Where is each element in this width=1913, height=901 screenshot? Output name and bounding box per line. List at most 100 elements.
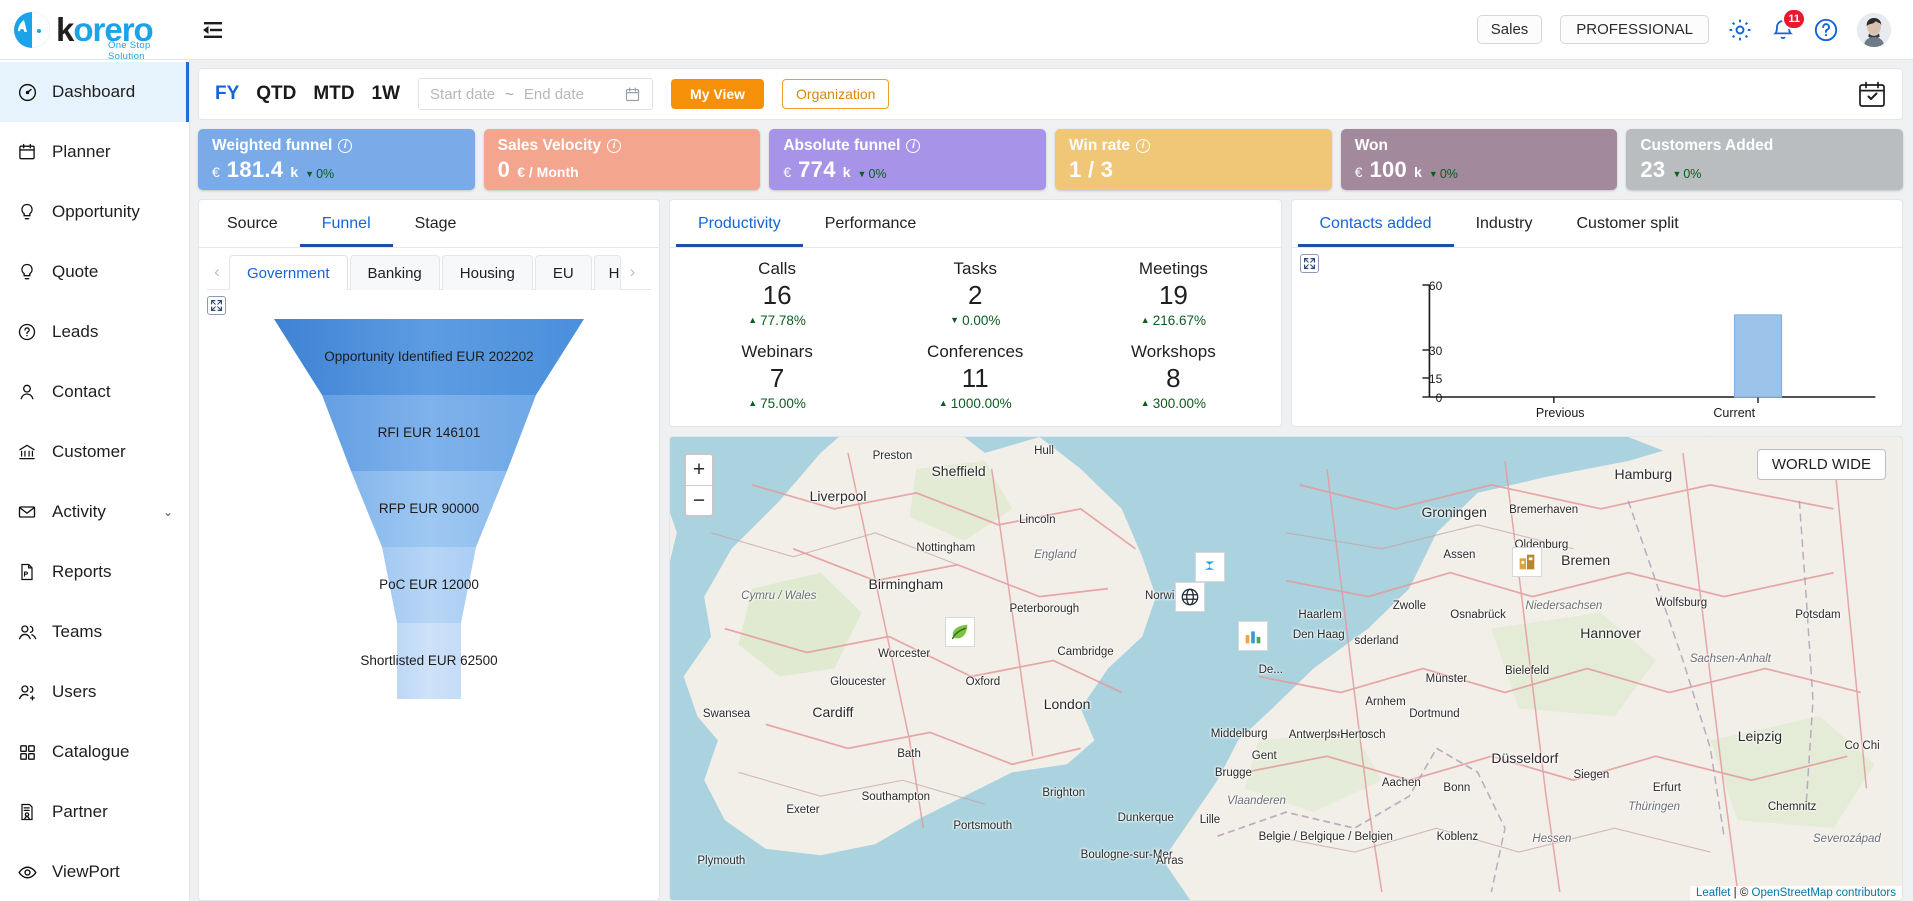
kpi-weighted-funnel[interactable]: Weighted funnel i € 181.4 k 0% xyxy=(198,129,475,190)
sales-module-button[interactable]: Sales xyxy=(1476,15,1543,44)
kpi-customers-added[interactable]: Customers Added 23 0% xyxy=(1626,129,1904,190)
menu-collapse-icon[interactable] xyxy=(190,0,236,60)
contacts-bar-chart-svg xyxy=(1421,284,1875,403)
bell-icon[interactable]: 11 xyxy=(1771,7,1806,42)
sidebar-item-contact[interactable]: Contact xyxy=(0,362,189,422)
sidebar-item-opportunity[interactable]: Opportunity xyxy=(0,182,189,242)
tab-productivity[interactable]: Productivity xyxy=(676,202,803,247)
sidebar-item-planner[interactable]: Planner xyxy=(0,122,189,182)
info-icon[interactable]: i xyxy=(906,138,921,153)
kpi-delta: 0% xyxy=(1429,167,1458,181)
metric-tasks[interactable]: Tasks 2 0.00% xyxy=(876,259,1074,327)
period-fy[interactable]: FY xyxy=(215,83,239,105)
funnel-subtabs: ‹ Government Banking Housing EU H › xyxy=(199,248,659,290)
my-view-button[interactable]: My View xyxy=(671,79,765,109)
sidebar-item-partner[interactable]: Partner xyxy=(0,782,189,842)
metric-conferences[interactable]: Conferences 11 1000.00% xyxy=(876,342,1074,410)
subtab-h[interactable]: H xyxy=(593,255,621,290)
map-zoom-in-button[interactable]: + xyxy=(686,455,712,485)
subtab-eu[interactable]: EU xyxy=(534,255,592,290)
map-marker-chart[interactable] xyxy=(1238,621,1268,651)
tab-customer-split[interactable]: Customer split xyxy=(1555,202,1701,247)
metric-calls[interactable]: Calls 16 77.78% xyxy=(678,259,876,327)
map-marker-leaf[interactable] xyxy=(945,617,975,647)
tab-funnel[interactable]: Funnel xyxy=(299,202,393,247)
sidebar-item-quote[interactable]: Quote xyxy=(0,242,189,302)
metric-value: 8 xyxy=(1166,363,1181,394)
info-icon[interactable]: i xyxy=(607,138,622,153)
sidebar-item-label: Users xyxy=(52,682,97,701)
sidebar-item-reports[interactable]: Reports xyxy=(0,542,189,602)
map-marker-globe[interactable] xyxy=(1175,582,1205,612)
tab-source[interactable]: Source xyxy=(205,202,300,247)
expand-icon[interactable] xyxy=(207,296,226,315)
kpi-sales-velocity[interactable]: Sales Velocity i 0 € / Month xyxy=(483,129,761,190)
sidebar-item-catalogue[interactable]: Catalogue xyxy=(0,722,189,782)
subtabs-prev-arrow[interactable]: ‹ xyxy=(207,254,227,289)
map-zoom-out-button[interactable]: − xyxy=(686,485,712,515)
kpi-title: Absolute funnel i xyxy=(783,137,1034,155)
leaflet-map[interactable]: + − WORLD WIDE Leaflet | © OpenStreetMap… xyxy=(670,437,1902,900)
period-mtd[interactable]: MTD xyxy=(313,83,354,105)
metric-label: Calls xyxy=(758,259,796,279)
sidebar-item-customer[interactable]: Customer xyxy=(0,422,189,482)
funnel-tabs: Source Funnel Stage xyxy=(199,200,659,248)
contacts-bar-chart[interactable]: 60 30 15 0 Previous Current xyxy=(1292,273,1903,426)
tab-industry[interactable]: Industry xyxy=(1454,202,1555,247)
kpi-row: Weighted funnel i € 181.4 k 0% Sales Vel… xyxy=(198,129,1904,190)
expand-icon[interactable] xyxy=(1299,254,1319,273)
chevron-down-icon[interactable]: ⌄ xyxy=(163,505,173,519)
right-column: Productivity Performance Calls 16 77.78%… xyxy=(669,199,1903,901)
attribution-leaflet-link[interactable]: Leaflet xyxy=(1696,887,1731,899)
metric-delta: 1000.00% xyxy=(939,396,1012,411)
brand-logo[interactable]: korero One Stop Solution xyxy=(0,0,190,62)
subtabs-next-arrow[interactable]: › xyxy=(623,254,643,289)
start-date-input[interactable]: Start date xyxy=(430,86,495,103)
organization-button[interactable]: Organization xyxy=(782,79,890,109)
question-circle-icon xyxy=(16,321,38,343)
sidebar-item-activity[interactable]: Activity ⌄ xyxy=(0,482,189,542)
kpi-win-rate[interactable]: Win rate i 1 / 3 xyxy=(1055,129,1332,190)
metric-webinars[interactable]: Webinars 7 75.00% xyxy=(678,342,876,410)
gear-icon[interactable] xyxy=(1727,17,1753,43)
info-icon[interactable]: i xyxy=(338,138,353,153)
period-qtd[interactable]: QTD xyxy=(256,83,296,105)
subtab-government[interactable]: Government xyxy=(229,255,348,290)
map-marker-cluster[interactable] xyxy=(1195,552,1225,582)
map-panel[interactable]: + − WORLD WIDE Leaflet | © OpenStreetMap… xyxy=(669,436,1903,901)
productivity-panel: Productivity Performance Calls 16 77.78%… xyxy=(669,199,1282,427)
subtab-banking[interactable]: Banking xyxy=(349,255,440,290)
period-1w[interactable]: 1W xyxy=(372,83,401,105)
app-shell: Dashboard Planner Opportunity Quote Lead… xyxy=(0,60,1913,901)
world-wide-button[interactable]: WORLD WIDE xyxy=(1756,449,1886,480)
date-range-picker[interactable]: Start date ~ End date xyxy=(418,78,654,110)
calendar-icon[interactable] xyxy=(624,86,641,103)
subtab-housing[interactable]: Housing xyxy=(441,255,533,290)
tab-contacts-added[interactable]: Contacts added xyxy=(1297,202,1454,247)
sidebar-item-teams[interactable]: Teams xyxy=(0,602,189,662)
productivity-metrics-grid: Calls 16 77.78% Tasks 2 0.00% Meetings xyxy=(670,248,1281,426)
bank-icon xyxy=(16,441,38,463)
calendar-schedule-icon[interactable] xyxy=(1858,81,1886,108)
user-avatar[interactable] xyxy=(1857,12,1891,47)
help-circle-icon[interactable] xyxy=(1813,17,1839,43)
file-pdf-icon xyxy=(16,561,38,583)
sidebar-item-leads[interactable]: Leads xyxy=(0,302,189,362)
info-icon[interactable]: i xyxy=(1136,138,1151,153)
metric-meetings[interactable]: Meetings 19 216.67% xyxy=(1074,259,1272,327)
funnel-chart[interactable]: Opportunity Identified EUR 202202 RFI EU… xyxy=(199,315,659,900)
sidebar-item-viewport[interactable]: ViewPort xyxy=(0,842,189,901)
plan-badge[interactable]: PROFESSIONAL xyxy=(1560,15,1709,44)
map-marker-building[interactable] xyxy=(1512,547,1542,577)
sidebar-item-dashboard[interactable]: Dashboard xyxy=(0,62,189,122)
topbar-actions: Sales PROFESSIONAL 11 xyxy=(1476,7,1913,47)
sidebar-item-users[interactable]: Users xyxy=(0,662,189,722)
tab-stage[interactable]: Stage xyxy=(393,202,479,247)
end-date-input[interactable]: End date xyxy=(524,86,584,103)
kpi-absolute-funnel[interactable]: Absolute funnel i € 774 k 0% xyxy=(769,129,1047,190)
tab-performance[interactable]: Performance xyxy=(803,202,939,247)
attribution-osm-link[interactable]: OpenStreetMap contributors xyxy=(1752,887,1896,899)
metric-delta: 77.78% xyxy=(748,313,806,328)
kpi-won[interactable]: Won € 100 k 0% xyxy=(1340,129,1618,190)
metric-workshops[interactable]: Workshops 8 300.00% xyxy=(1074,342,1272,410)
